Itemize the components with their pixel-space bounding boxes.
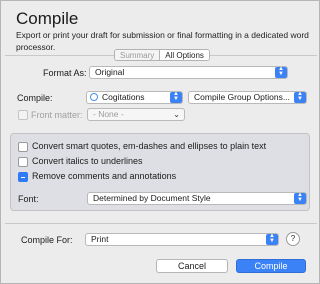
tab-all-options[interactable]: All Options	[160, 50, 209, 60]
help-icon[interactable]: ?	[286, 232, 300, 246]
compile-for-select[interactable]: Print ▲ ▼	[85, 233, 279, 246]
compile-label: Compile:	[17, 93, 53, 103]
cogitations-folder-icon	[90, 93, 98, 101]
compile-button[interactable]: Compile	[236, 259, 306, 273]
plain-text-label: Convert smart quotes, em-dashes and elli…	[32, 141, 267, 151]
remove-comments-checkbox[interactable]	[18, 172, 28, 182]
font-label: Font:	[18, 194, 39, 204]
italics-underline-checkbox[interactable]	[18, 157, 28, 167]
chevron-down-icon: ⌄	[173, 110, 180, 119]
mode-tabs: Summary All Options	[114, 49, 210, 61]
compile-group-options-button[interactable]: Compile Group Options... ▲ ▼	[188, 91, 307, 104]
front-matter-checkbox[interactable]	[18, 110, 28, 120]
front-matter-value: - None -	[93, 109, 124, 119]
dialog-title: Compile	[16, 9, 79, 28]
content-options-box: Convert smart quotes, em-dashes and elli…	[10, 133, 310, 211]
remove-comments-label: Remove comments and annotations	[32, 171, 177, 181]
front-matter-label: Front matter:	[31, 110, 83, 120]
font-stepper-icon: ▲ ▼	[294, 192, 306, 204]
compile-for-value: Print	[91, 234, 109, 244]
compile-group-options-stepper-icon: ▲ ▼	[294, 91, 306, 103]
compile-for-stepper-icon: ▲ ▼	[266, 233, 278, 245]
format-as-select[interactable]: Original ▲ ▼	[89, 66, 288, 79]
compile-group-options-label: Compile Group Options...	[194, 92, 290, 102]
compile-group-stepper-icon: ▲ ▼	[170, 91, 182, 103]
format-as-stepper-icon: ▲ ▼	[275, 66, 287, 78]
cancel-button[interactable]: Cancel	[156, 259, 228, 273]
format-as-label: Format As:	[43, 68, 87, 78]
compile-for-label: Compile For:	[21, 235, 73, 245]
front-matter-select[interactable]: - None - ⌄	[87, 108, 185, 121]
tab-summary[interactable]: Summary	[115, 50, 161, 60]
font-value: Determined by Document Style	[93, 193, 211, 203]
compile-dialog: Compile Export or print your draft for s…	[0, 0, 320, 284]
compile-group-value: Cogitations	[102, 92, 145, 102]
compile-group-select[interactable]: Cogitations ▲ ▼	[86, 91, 183, 104]
font-select[interactable]: Determined by Document Style ▲ ▼	[87, 192, 307, 205]
format-as-value: Original	[95, 67, 125, 77]
plain-text-checkbox[interactable]	[18, 142, 28, 152]
footer-divider	[5, 223, 317, 224]
italics-underline-label: Convert italics to underlines	[32, 156, 143, 166]
